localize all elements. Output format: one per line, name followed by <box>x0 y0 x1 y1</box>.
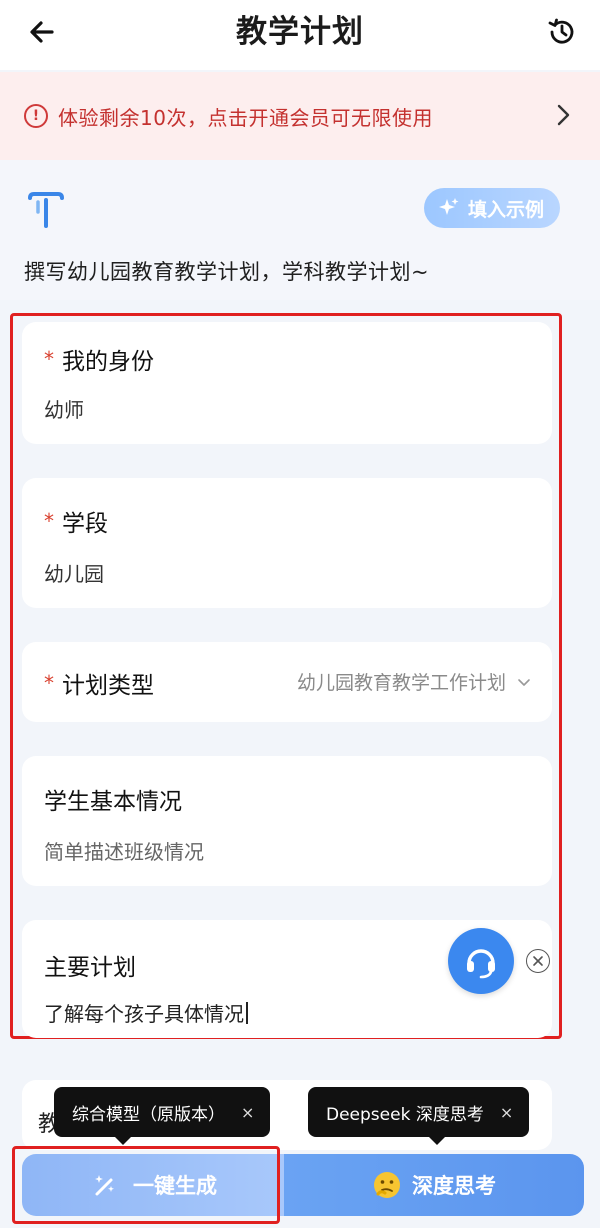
student-info-label: 学生基本情况 <box>44 789 182 815</box>
fill-example-label: 填入示例 <box>467 198 544 221</box>
page: 教学计划 ! 体验剩余10次，点击开通会员可无限使用 填入示例 撰写幼儿园教育教… <box>0 0 600 1228</box>
brand-logo-icon <box>28 192 64 228</box>
membership-banner[interactable]: ! 体验剩余10次，点击开通会员可无限使用 <box>0 72 600 160</box>
sparkle-icon <box>438 198 459 215</box>
required-mark: * <box>44 347 54 371</box>
intro-section: 填入示例 撰写幼儿园教育教学计划，学科教学计划~ <box>0 160 600 300</box>
fill-example-button[interactable]: 填入示例 <box>423 188 560 228</box>
headset-icon <box>467 949 495 979</box>
generate-model-tooltip: 综合模型（原版本） × <box>54 1087 271 1145</box>
identity-field[interactable]: * 我的身份 幼师 <box>22 322 552 444</box>
text-caret <box>246 1002 248 1024</box>
generate-tooltip-text: 综合模型（原版本） <box>72 1104 225 1125</box>
deep-think-label: 深度思考 <box>412 1174 496 1198</box>
plan-type-field[interactable]: * 计划类型 幼儿园教育教学工作计划 <box>22 642 552 722</box>
banner-text: 体验剩余10次，点击开通会员可无限使用 <box>58 105 433 130</box>
history-icon <box>548 18 574 44</box>
intro-description: 撰写幼儿园教育教学计划，学科教学计划~ <box>24 260 430 284</box>
close-icon <box>533 956 543 966</box>
plan-type-selected: 幼儿园教育教学工作计划 <box>296 672 506 694</box>
deep-think-tooltip: Deepseek 深度思考 × <box>308 1087 530 1145</box>
customer-service-button[interactable] <box>448 928 514 994</box>
stage-field[interactable]: * 学段 幼儿园 <box>22 478 552 608</box>
generate-highlight-outline <box>12 1146 280 1224</box>
clear-input-button[interactable] <box>526 949 550 973</box>
chevron-right-icon <box>557 104 570 126</box>
main-plan-input[interactable]: 了解每个孩子具体情况 <box>44 998 248 1027</box>
history-button[interactable] <box>542 12 582 52</box>
stage-input[interactable]: 幼儿园 <box>44 558 104 587</box>
page-title: 教学计划 <box>236 14 364 50</box>
tooltip-arrow <box>428 1136 446 1145</box>
deep-tooltip-text: Deepseek 深度思考 <box>326 1104 484 1125</box>
plan-type-label: * 计划类型 <box>44 671 154 699</box>
main-plan-label: 主要计划 <box>44 955 136 981</box>
thinking-face-icon <box>374 1172 400 1198</box>
identity-input[interactable]: 幼师 <box>44 394 84 423</box>
tooltip-close-button[interactable]: × <box>241 1103 254 1122</box>
stage-label: * 学段 <box>44 509 108 537</box>
required-mark: * <box>44 509 54 533</box>
required-mark: * <box>44 671 54 695</box>
student-info-input[interactable]: 简单描述班级情况 <box>44 836 204 865</box>
plan-type-select[interactable]: 幼儿园教育教学工作计划 <box>297 668 532 695</box>
chevron-down-icon <box>518 678 530 686</box>
tooltip-close-button[interactable]: × <box>500 1103 513 1122</box>
tooltip-arrow <box>114 1136 132 1145</box>
student-info-field[interactable]: 学生基本情况 简单描述班级情况 <box>22 756 552 886</box>
identity-label: * 我的身份 <box>44 347 154 375</box>
deep-think-button[interactable]: 深度思考 <box>284 1154 584 1216</box>
exclamation-circle-icon: ! <box>24 104 48 128</box>
top-bar: 教学计划 <box>0 0 600 70</box>
